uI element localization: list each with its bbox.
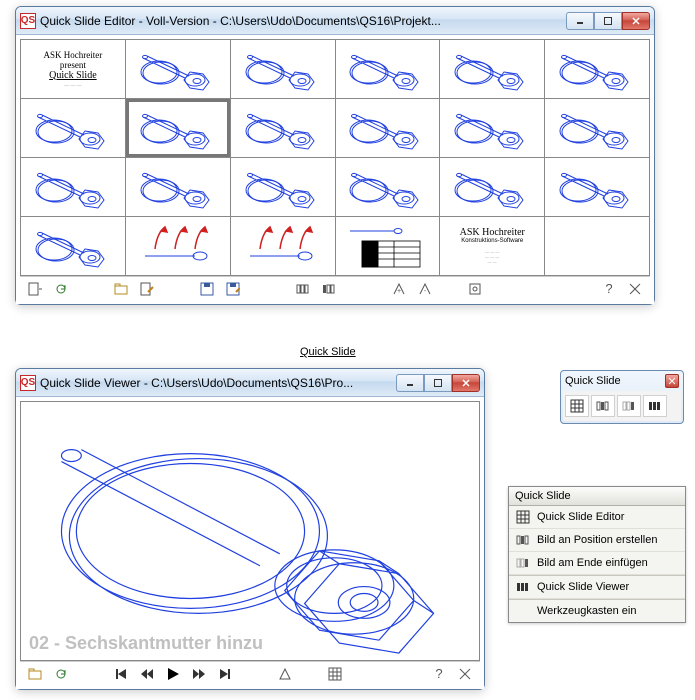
refresh-button[interactable] [50, 279, 72, 299]
layout2-button[interactable] [318, 279, 340, 299]
palette-item[interactable]: Quick Slide Viewer [509, 576, 685, 599]
slide-thumbnail[interactable] [545, 217, 649, 275]
minimize-button[interactable] [396, 374, 424, 392]
slide-thumbnail[interactable] [231, 217, 335, 275]
editor-titlebar[interactable]: QS Quick Slide Editor - Voll-Version - C… [16, 7, 654, 35]
exit-button[interactable] [624, 279, 646, 299]
edit-button[interactable] [136, 279, 158, 299]
viewer-titlebar[interactable]: QS Quick Slide Viewer - C:\Users\Udo\Doc… [16, 369, 484, 397]
close-button[interactable] [622, 12, 650, 30]
help-button[interactable]: ? [428, 664, 450, 684]
palette-item-label: Bild an Position erstellen [537, 534, 657, 546]
viewer-content: 02 - Sechskantmutter hinzu ? [16, 397, 484, 689]
close-icon[interactable] [665, 374, 679, 388]
palette-panel: Quick Slide Quick Slide Editor Bild an Po… [508, 486, 686, 623]
exit-button[interactable] [454, 664, 476, 684]
slide-thumbnail[interactable] [231, 99, 335, 157]
palette-item[interactable]: Quick Slide Editor [509, 506, 685, 529]
help-button[interactable]: ? [598, 279, 620, 299]
settings-button[interactable] [464, 279, 486, 299]
maximize-button[interactable] [424, 374, 452, 392]
slide-thumbnail[interactable] [126, 99, 230, 157]
grid-icon[interactable] [565, 395, 589, 417]
slide-thumbnail[interactable] [336, 158, 440, 216]
minimize-button[interactable] [566, 12, 594, 30]
toolbox-title: Quick Slide [565, 375, 621, 387]
layout1-button[interactable] [292, 279, 314, 299]
editor-toolbar: + - ? [20, 276, 650, 300]
slide-thumbnail[interactable] [440, 99, 544, 157]
open-button[interactable] [110, 279, 132, 299]
close-button[interactable] [452, 374, 480, 392]
app-icon: QS [20, 375, 36, 391]
insert-end-icon[interactable] [617, 395, 641, 417]
slide-thumbnail[interactable] [336, 217, 440, 275]
viewer-title: Quick Slide Viewer - C:\Users\Udo\Docume… [40, 376, 396, 390]
palette-item-label: Quick Slide Editor [537, 511, 624, 523]
maximize-button[interactable] [594, 12, 622, 30]
viewer-window: QS Quick Slide Viewer - C:\Users\Udo\Doc… [15, 368, 485, 690]
slide-thumbnail[interactable]: ASK HochreiterKonstruktions-Software— — … [440, 217, 544, 275]
slide-thumbnail[interactable] [231, 40, 335, 98]
grid-icon [515, 509, 531, 525]
svg-text:+: + [397, 288, 401, 295]
slide-thumbnail[interactable] [545, 40, 649, 98]
palette-item-label: Werkzeugkasten ein [537, 605, 636, 617]
viewer-toolbar: ? [20, 661, 480, 685]
slide-thumbnail[interactable] [545, 158, 649, 216]
palette-item[interactable]: Werkzeugkasten ein [509, 600, 685, 622]
palette-title: Quick Slide [509, 487, 685, 506]
insert-pos-icon[interactable] [591, 395, 615, 417]
insert-pos-icon [515, 532, 531, 548]
slide-thumbnail[interactable] [21, 217, 125, 275]
toolbox-window: Quick Slide [560, 370, 684, 424]
insert-end-icon [515, 555, 531, 571]
play-button[interactable] [162, 664, 184, 684]
svg-text:-: - [424, 288, 427, 295]
new-slide-button[interactable] [24, 279, 46, 299]
slide-thumbnail[interactable] [440, 40, 544, 98]
quick-slide-label: Quick Slide [300, 346, 356, 358]
grid-button[interactable] [324, 664, 346, 684]
slide-thumbnail[interactable] [440, 158, 544, 216]
save-as-button[interactable] [222, 279, 244, 299]
slide-thumbnail[interactable] [545, 99, 649, 157]
next-button[interactable] [188, 664, 210, 684]
viewer-icon [515, 579, 531, 595]
palette-item[interactable]: Bild am Ende einfügen [509, 552, 685, 575]
slide-thumbnail[interactable] [336, 40, 440, 98]
last-button[interactable] [214, 664, 236, 684]
palette-item[interactable]: Bild an Position erstellen [509, 529, 685, 552]
palette-item-label: Bild am Ende einfügen [537, 557, 648, 569]
slide-thumbnail[interactable] [21, 99, 125, 157]
toolbox-titlebar[interactable]: Quick Slide [563, 373, 681, 389]
palette-item-label: Quick Slide Viewer [537, 581, 629, 593]
editor-content: ASK HochreiterpresentQuick Slide— — — [16, 35, 654, 304]
app-icon: QS [20, 13, 36, 29]
timer-add-button[interactable]: + [388, 279, 410, 299]
slide-thumbnail[interactable] [126, 217, 230, 275]
editor-title: Quick Slide Editor - Voll-Version - C:\U… [40, 14, 566, 28]
timer-sub-button[interactable]: - [414, 279, 436, 299]
prev-button[interactable] [136, 664, 158, 684]
slide-thumbnail[interactable] [126, 40, 230, 98]
bolt-drawing [21, 402, 479, 660]
slide-thumbnail[interactable] [336, 99, 440, 157]
open-button[interactable] [24, 664, 46, 684]
slide-thumbnail[interactable] [126, 158, 230, 216]
slide-thumbnail[interactable] [21, 158, 125, 216]
viewer-caption: 02 - Sechskantmutter hinzu [29, 633, 263, 654]
viewer-icon[interactable] [643, 395, 667, 417]
slide-thumbnail[interactable]: ASK HochreiterpresentQuick Slide— — — [21, 40, 125, 98]
slide-grid: ASK HochreiterpresentQuick Slide— — — [20, 39, 650, 276]
toolbox-buttons [563, 391, 681, 421]
editor-window: QS Quick Slide Editor - Voll-Version - C… [15, 6, 655, 305]
timer-button[interactable] [274, 664, 296, 684]
viewer-canvas: 02 - Sechskantmutter hinzu [20, 401, 480, 661]
refresh-button[interactable] [50, 664, 72, 684]
save-button[interactable] [196, 279, 218, 299]
first-button[interactable] [110, 664, 132, 684]
none-icon [515, 603, 531, 619]
slide-thumbnail[interactable] [231, 158, 335, 216]
